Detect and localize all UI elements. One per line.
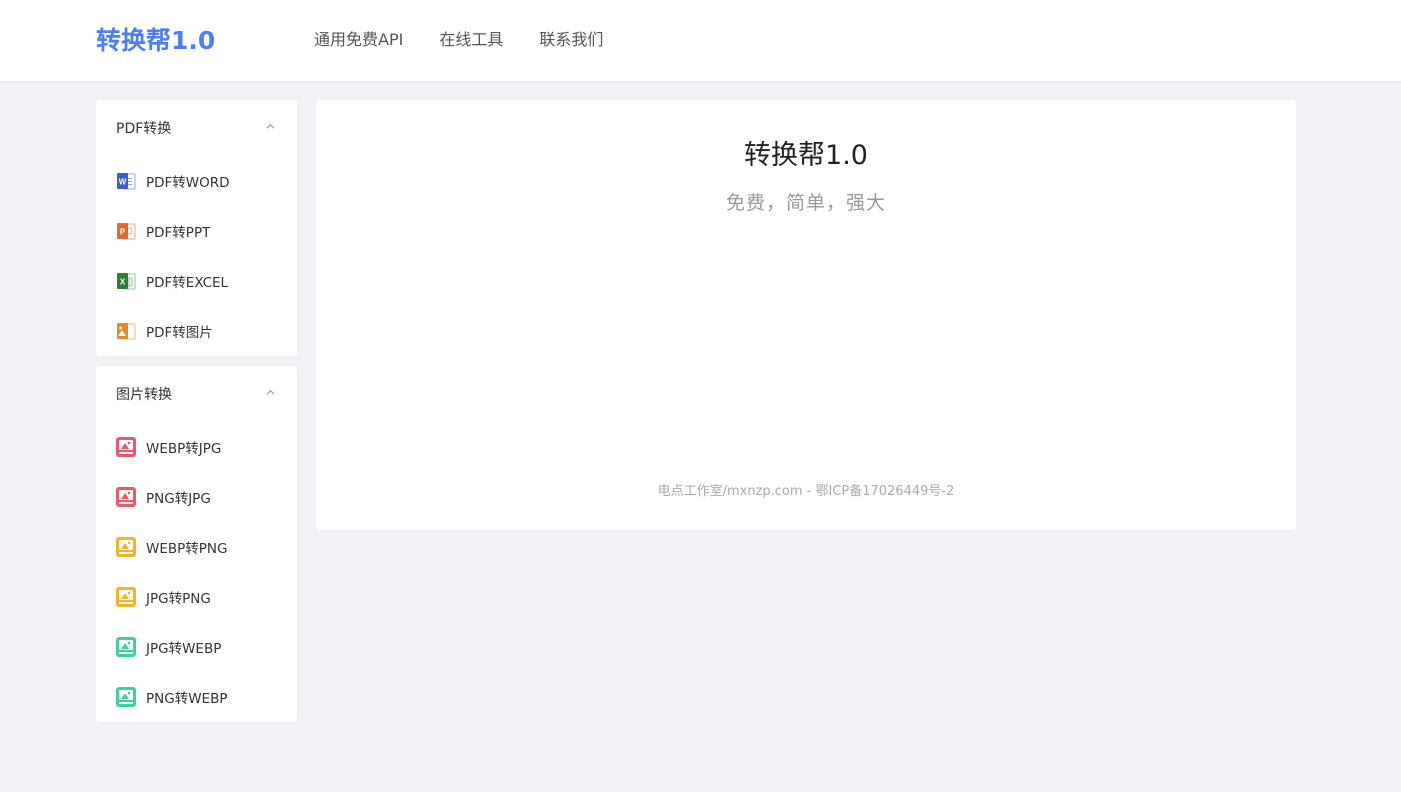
group-title: 图片转换 xyxy=(116,387,172,403)
sidebar-group-image: 图片转换 WEBP转JPG PNG转JPG WEBP转PNG JPG转PNG J… xyxy=(96,366,297,722)
sidebar-item-png-to-jpg[interactable]: PNG转JPG xyxy=(96,472,297,522)
group-header-image[interactable]: 图片转换 xyxy=(96,366,297,422)
svg-text:W: W xyxy=(119,178,127,187)
sidebar-item-pdf-to-excel[interactable]: X PDF转EXCEL xyxy=(96,256,297,306)
sidebar-item-webp-to-jpg[interactable]: WEBP转JPG xyxy=(96,422,297,472)
nav-item-free-api[interactable]: 通用免费API xyxy=(314,29,403,51)
sidebar-item-label: PNG转JPG xyxy=(146,491,211,507)
page-title: 转换帮1.0 xyxy=(744,140,868,171)
image-convert-icon xyxy=(116,487,136,507)
main-content-card: 转换帮1.0 免费，简单，强大 电点工作室/mxnzp.com - 鄂ICP备1… xyxy=(316,100,1296,530)
svg-text:X: X xyxy=(120,278,126,287)
sidebar-item-pdf-to-image[interactable]: PDF转图片 xyxy=(96,306,297,356)
footer-copyright[interactable]: 电点工作室/mxnzp.com - 鄂ICP备17026449号-2 xyxy=(316,483,1296,501)
sidebar-item-png-to-webp[interactable]: PNG转WEBP xyxy=(96,672,297,722)
image-convert-icon xyxy=(116,687,136,707)
nav-item-contact[interactable]: 联系我们 xyxy=(539,29,603,51)
sidebar-item-label: PDF转WORD xyxy=(146,175,230,191)
sidebar-item-label: WEBP转PNG xyxy=(146,541,228,557)
sidebar-item-label: WEBP转JPG xyxy=(146,441,222,457)
image-file-icon xyxy=(117,323,136,340)
sidebar-item-label: JPG转PNG xyxy=(146,591,211,607)
chevron-up-icon[interactable] xyxy=(266,122,275,131)
sidebar-item-label: PDF转图片 xyxy=(146,325,213,341)
sidebar-item-jpg-to-webp[interactable]: JPG转WEBP xyxy=(96,622,297,672)
top-navbar: 转换帮1.0 通用免费API 在线工具 联系我们 xyxy=(0,0,1401,81)
page-subtitle: 免费，简单，强大 xyxy=(725,192,886,214)
sidebar-item-label: JPG转WEBP xyxy=(146,641,222,657)
nav-item-online-tools[interactable]: 在线工具 xyxy=(439,29,503,51)
sidebar-item-label: PNG转WEBP xyxy=(146,691,228,707)
sidebar-item-label: PDF转EXCEL xyxy=(146,275,229,291)
image-convert-icon xyxy=(116,437,136,457)
image-convert-icon xyxy=(116,537,136,557)
sidebar-item-pdf-to-word[interactable]: W PDF转WORD xyxy=(96,156,297,206)
sidebar-item-webp-to-png[interactable]: WEBP转PNG xyxy=(96,522,297,572)
image-convert-icon xyxy=(116,587,136,607)
group-header-pdf[interactable]: PDF转换 xyxy=(96,100,297,156)
sidebar-item-pdf-to-ppt[interactable]: P PDF转PPT xyxy=(96,206,297,256)
ppt-file-icon: P xyxy=(117,223,136,240)
svg-text:P: P xyxy=(120,228,126,237)
word-file-icon: W xyxy=(117,173,136,190)
chevron-up-icon[interactable] xyxy=(266,388,275,397)
sidebar-item-label: PDF转PPT xyxy=(146,225,211,241)
image-convert-icon xyxy=(116,637,136,657)
group-title: PDF转换 xyxy=(116,121,172,137)
sidebar-group-pdf: PDF转换 W PDF转WORD P PDF转PPT X PDF转EXCEL P… xyxy=(96,100,297,356)
site-logo[interactable]: 转换帮1.0 xyxy=(96,24,215,58)
main-nav: 通用免费API 在线工具 联系我们 xyxy=(314,29,639,51)
sidebar-item-jpg-to-png[interactable]: JPG转PNG xyxy=(96,572,297,622)
excel-file-icon: X xyxy=(117,273,136,290)
